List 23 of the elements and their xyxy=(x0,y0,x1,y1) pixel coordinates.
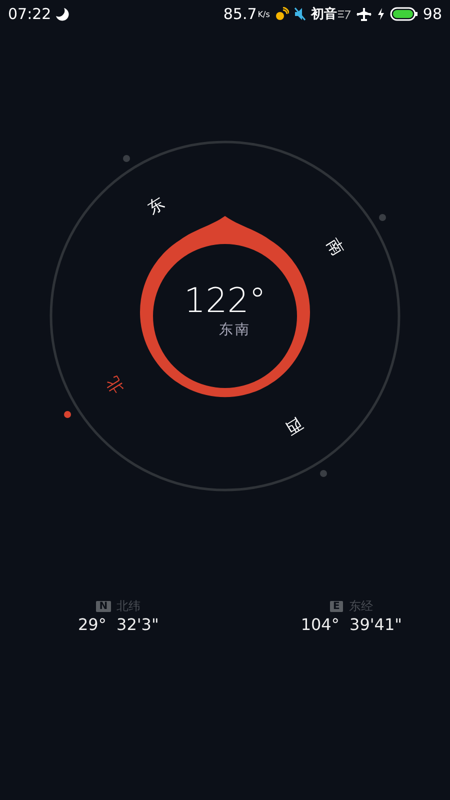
coordinate-label: 北纬 xyxy=(116,598,141,615)
network-speed: 85.7 xyxy=(223,5,257,23)
direction-label: 南 xyxy=(322,234,349,261)
mute-icon xyxy=(294,7,306,21)
airplane-icon xyxy=(356,7,372,21)
clock-time: 07:22 xyxy=(8,5,52,23)
heading-degrees: 122° xyxy=(184,281,266,321)
battery-icon xyxy=(390,7,418,21)
direction-label: 北 xyxy=(101,372,128,399)
carrier-name: 初音 xyxy=(310,6,337,23)
heading-direction: 东南 xyxy=(219,321,251,339)
moon-icon xyxy=(55,7,70,21)
coordinate-value: 29° 32'3" xyxy=(78,615,159,634)
axis-badge: N xyxy=(96,601,111,612)
coordinate-value: 104° 39'41" xyxy=(300,615,402,634)
speed-unit: K/s xyxy=(258,10,270,18)
direction-label: 东 xyxy=(143,192,169,220)
coordinate-label: 东经 xyxy=(348,598,373,615)
direction-label: 西 xyxy=(281,413,307,440)
axis-badge: E xyxy=(330,601,343,612)
battery-level: 98 xyxy=(422,5,442,23)
charging-icon xyxy=(376,8,385,20)
satellite-icon xyxy=(274,7,289,21)
